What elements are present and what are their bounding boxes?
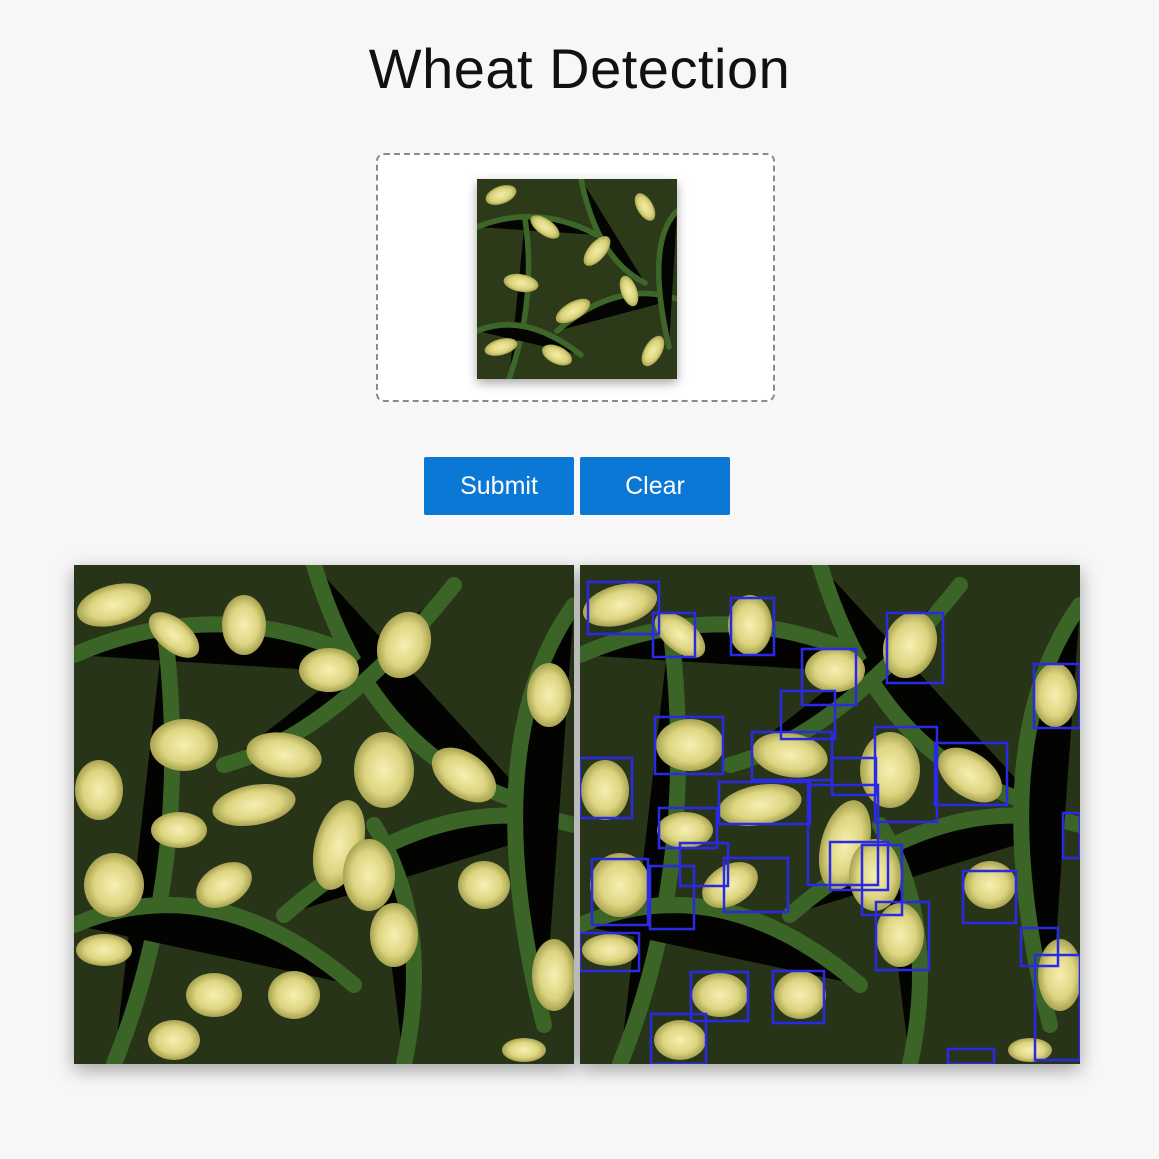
submit-button[interactable]: Submit — [424, 457, 574, 515]
original-image — [74, 565, 574, 1064]
detection-result-image — [580, 565, 1080, 1064]
upload-dropzone[interactable] — [376, 153, 775, 402]
clear-button[interactable]: Clear — [580, 457, 730, 515]
upload-preview-image — [477, 179, 677, 379]
page-title: Wheat Detection — [368, 37, 791, 100]
